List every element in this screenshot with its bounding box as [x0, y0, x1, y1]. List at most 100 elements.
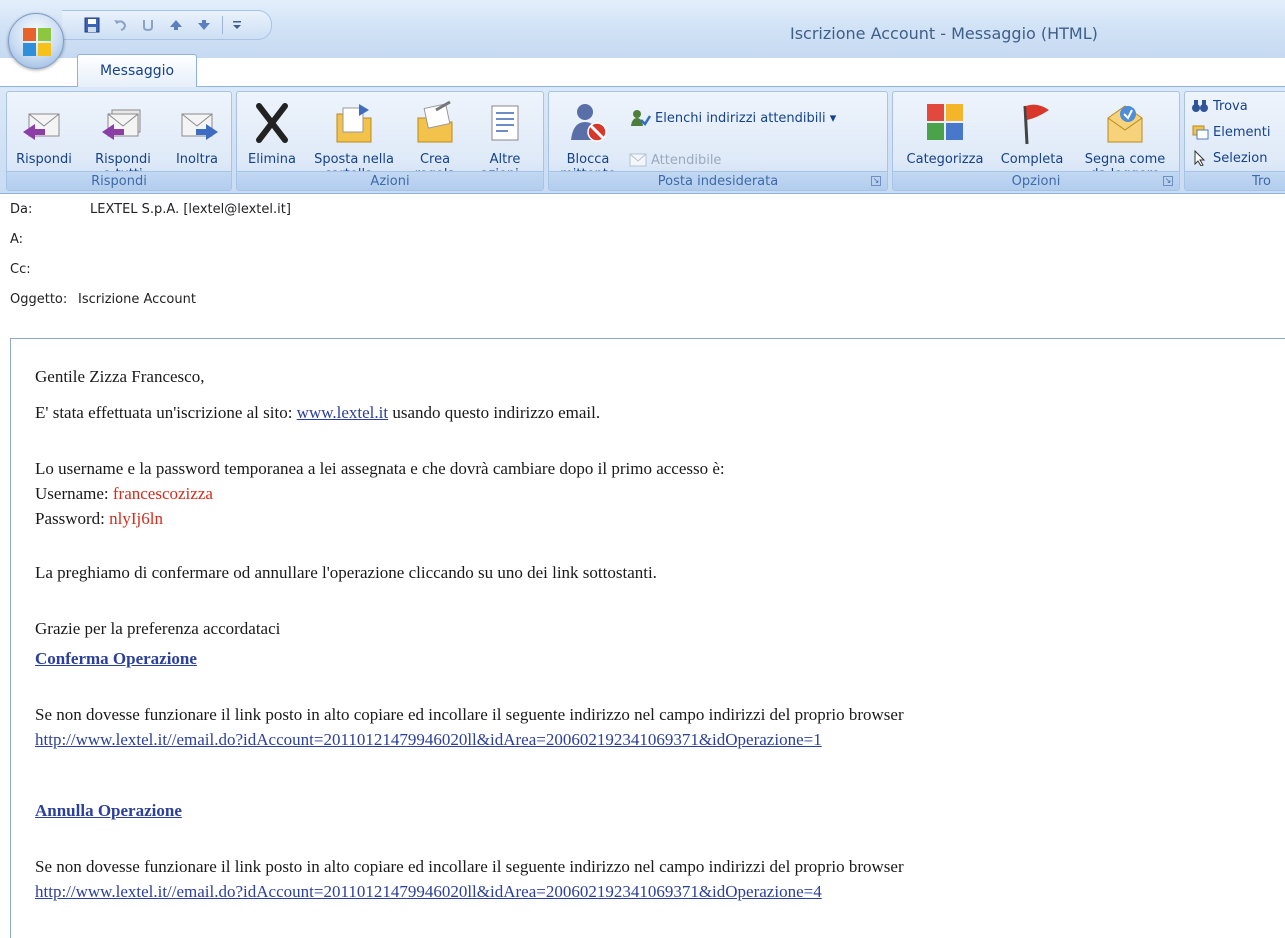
follow-up-button[interactable]: Completa ▾ — [993, 100, 1071, 182]
previous-item-icon[interactable] — [166, 15, 186, 35]
mark-label-1: Segna come — [1084, 152, 1166, 167]
message-header: Da: LEXTEL S.p.A. [lextel@lextel.it] A: C… — [0, 195, 1285, 338]
password-label: Password: — [35, 509, 110, 528]
move-to-folder-button[interactable]: Sposta nella cartella ▾ — [309, 100, 399, 182]
move-label-1: Sposta nella — [314, 152, 394, 167]
to-row: A: — [10, 232, 82, 247]
signup-line: E' stata effettuata un'iscrizione al sit… — [35, 403, 600, 423]
group-opzioni: Categorizza ▾ Completa ▾ Segna come da l… — [892, 91, 1180, 191]
window-title: Iscrizione Account - Messaggio (HTML) — [790, 24, 1098, 43]
username-value: francescozizza — [112, 484, 213, 503]
find-label: Trova — [1213, 98, 1248, 114]
reply-all-icon — [102, 109, 141, 140]
site-link[interactable]: www.lextel.it — [297, 403, 388, 422]
signup-text-pre: E' stata effettuata un'iscrizione al sit… — [35, 403, 297, 422]
find-button[interactable]: Trova — [1191, 98, 1248, 114]
select-label: Selezion — [1213, 150, 1268, 166]
safe-lists-icon — [631, 110, 651, 126]
binoculars-icon — [1192, 100, 1208, 112]
username-label: Username: — [35, 484, 113, 503]
create-rule-button[interactable]: Crea regola — [407, 100, 463, 182]
confirm-link-row: Conferma Operazione — [35, 649, 197, 669]
reply-button[interactable]: Rispondi — [11, 100, 77, 167]
office-button[interactable] — [8, 13, 64, 69]
safe-lists-button[interactable]: Elenchi indirizzi attendibili ▾ — [629, 108, 836, 128]
block-sender-icon — [571, 104, 607, 142]
other-actions-icon — [491, 105, 519, 141]
fallback-text-2: Se non dovesse funzionare il link posto … — [35, 857, 904, 876]
undo-icon[interactable] — [110, 15, 130, 35]
categorize-icon — [927, 104, 963, 140]
select-button[interactable]: Selezion — [1191, 150, 1268, 166]
message-body: Gentile Zizza Francesco, E' stata effett… — [10, 338, 1285, 938]
credentials-intro: Lo username e la password temporanea a l… — [35, 459, 725, 478]
group-label-posta: Posta indesiderata — [549, 171, 887, 190]
title-bar: Iscrizione Account - Messaggio (HTML) — [0, 0, 1285, 58]
ribbon: Rispondi Rispondi a tutti Inoltra Rispon… — [0, 86, 1285, 194]
greeting: Gentile Zizza Francesco, — [35, 367, 205, 386]
create-rule-icon — [417, 100, 453, 143]
forward-icon — [181, 113, 218, 140]
tab-messaggio[interactable]: Messaggio — [77, 54, 197, 87]
safe-label: Attendibile — [651, 152, 722, 168]
reply-all-button[interactable]: Rispondi a tutti — [85, 100, 161, 182]
safe-lists-label: Elenchi indirizzi attendibili ▾ — [655, 110, 837, 126]
signup-text-post: usando questo indirizzo email. — [388, 403, 601, 422]
url-row-2: http://www.lextel.it//email.do?idAccount… — [35, 882, 822, 902]
block-label-1: Blocca — [566, 152, 610, 167]
safe-button[interactable]: Attendibile — [629, 152, 721, 168]
password-value: nlyIj6ln — [109, 509, 163, 528]
related-items-icon — [1192, 125, 1209, 140]
subject-label: Oggetto: — [10, 292, 68, 307]
forward-label: Inoltra — [175, 152, 219, 167]
group-label-trova: Tro — [1185, 171, 1285, 190]
cancel-url-link[interactable]: http://www.lextel.it//email.do?idAccount… — [35, 882, 822, 901]
categorize-button[interactable]: Categorizza ▾ — [897, 100, 993, 182]
delete-label: Elimina — [248, 152, 296, 167]
customize-qat-icon[interactable] — [231, 15, 243, 35]
cc-row: Cc: — [10, 262, 82, 277]
related-label: Elementi — [1213, 124, 1271, 140]
username-row: Username: francescozizza — [35, 484, 213, 504]
confirm-operation-link[interactable]: Conferma Operazione — [35, 649, 197, 668]
from-label: Da: — [10, 202, 33, 217]
group-trova: Trova Elementi Selezion Tro — [1184, 91, 1285, 191]
mark-unread-icon — [1107, 105, 1143, 143]
forward-button[interactable]: Inoltra — [165, 100, 229, 167]
group-posta-indesiderata: Blocca mittente Elenchi indirizzi attend… — [548, 91, 888, 191]
confirm-url-link[interactable]: http://www.lextel.it//email.do?idAccount… — [35, 730, 822, 749]
redo-icon[interactable] — [138, 15, 158, 35]
cursor-icon — [1194, 150, 1206, 166]
to-label: A: — [10, 232, 24, 247]
group-azioni: Elimina Sposta nella cartella ▾ Crea reg… — [236, 91, 544, 191]
from-value[interactable]: LEXTEL S.p.A. [lextel@lextel.it] — [90, 202, 291, 217]
mark-unread-button[interactable]: Segna come da leggere — [1073, 100, 1177, 182]
cancel-link-row: Annulla Operazione — [35, 801, 182, 821]
thanks-text: Grazie per la preferenza accordataci — [35, 619, 281, 638]
delete-button[interactable]: Elimina — [237, 100, 307, 167]
fallback-text-1: Se non dovesse funzionare il link posto … — [35, 705, 904, 724]
related-button[interactable]: Elementi — [1191, 124, 1270, 140]
other-actions-button[interactable]: Altre azioni ▾ — [471, 100, 539, 182]
reply-all-label-1: Rispondi — [95, 152, 151, 167]
reply-icon — [23, 113, 60, 140]
categorize-label: Categorizza — [906, 152, 984, 167]
other-label-1: Altre — [489, 152, 521, 167]
follow-up-label: Completa — [1000, 152, 1064, 167]
save-icon[interactable] — [82, 15, 102, 35]
posta-dialog-launcher-icon[interactable]: ↘ — [871, 176, 881, 186]
cancel-operation-link[interactable]: Annulla Operazione — [35, 801, 182, 820]
cc-label: Cc: — [10, 262, 31, 277]
opzioni-dialog-launcher-icon[interactable]: ↘ — [1163, 176, 1173, 186]
next-item-icon[interactable] — [194, 15, 214, 35]
group-label-opzioni: Opzioni — [893, 171, 1179, 190]
from-row: Da: LEXTEL S.p.A. [lextel@lextel.it] — [10, 202, 291, 217]
group-label-rispondi: Rispondi — [7, 171, 231, 190]
confirm-request: La preghiamo di confermare od annullare … — [35, 563, 657, 582]
block-sender-button[interactable]: Blocca mittente — [555, 100, 621, 182]
group-label-azioni: Azioni — [237, 171, 543, 190]
subject-row: Oggetto: Iscrizione Account — [10, 292, 196, 307]
safe-icon — [629, 153, 647, 167]
url-row-1: http://www.lextel.it//email.do?idAccount… — [35, 730, 822, 750]
office-logo-icon — [23, 28, 51, 56]
